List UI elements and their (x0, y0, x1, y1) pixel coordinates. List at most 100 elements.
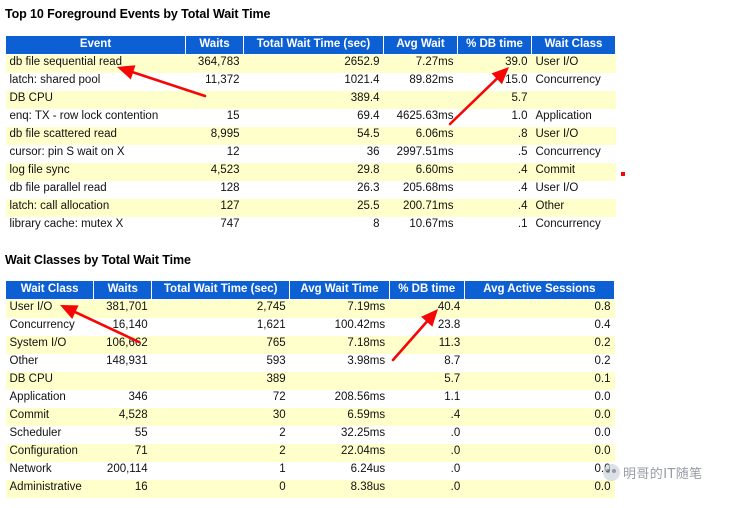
section-title-top-events: Top 10 Foreground Events by Total Wait T… (5, 7, 271, 21)
column-header-event[interactable]: Event (5, 35, 186, 55)
table-row: DB CPU 389.4 5.7 (5, 90, 616, 109)
cell-total_wait: 36 (243, 144, 384, 163)
cell-total_wait: 54.5 (243, 126, 384, 145)
column-header-wait-class[interactable]: Wait Class (4, 280, 95, 300)
cell-db_time: .0 (389, 479, 465, 498)
cell-total_wait: 1,621 (151, 317, 290, 336)
cell-event: db file scattered read (5, 126, 186, 145)
cell-avg_sessions: 0.0 (464, 461, 615, 480)
column-header-total-wait[interactable]: Total Wait Time (sec) (243, 35, 384, 55)
cell-db_time: .0 (389, 443, 465, 462)
column-header-total-wait[interactable]: Total Wait Time (sec) (151, 280, 291, 300)
cell-db_time: 40.4 (389, 299, 465, 318)
cell-avg_wait: 6.60ms (383, 162, 458, 181)
cell-wait_class: User I/O (531, 54, 616, 73)
cell-db_time: .8 (457, 126, 532, 145)
cell-total_wait: 26.3 (243, 180, 384, 199)
cell-wait_class: Concurrency (531, 216, 616, 235)
cell-wait_class: Application (5, 389, 94, 408)
cell-db_time: 11.3 (389, 335, 465, 354)
cell-waits: 106,662 (93, 335, 152, 354)
column-header-waits[interactable]: Waits (93, 280, 153, 300)
cell-db_time: 39.0 (457, 54, 532, 73)
cell-total_wait: 2,745 (151, 299, 290, 318)
cell-total_wait: 0 (151, 479, 290, 498)
column-header-avg-sessions[interactable]: Avg Active Sessions (463, 280, 616, 300)
cell-waits: 12 (185, 144, 244, 163)
cell-db_time: 23.8 (389, 317, 465, 336)
panda-avatar-icon (603, 464, 620, 481)
cell-db_time: .4 (457, 162, 532, 181)
cell-avg_wait: 10.67ms (383, 216, 458, 235)
cell-avg_sessions: 0.0 (464, 389, 615, 408)
cell-avg_sessions: 0.2 (464, 353, 615, 372)
cell-db_time: 5.7 (389, 371, 465, 390)
cell-avg_wait: 2997.51ms (383, 144, 458, 163)
column-header-db-time[interactable]: % DB time (457, 35, 532, 55)
cell-waits: 15 (185, 108, 244, 127)
cell-waits: 364,783 (185, 54, 244, 73)
cell-wait_class (531, 90, 616, 109)
cell-db_time: .0 (389, 425, 465, 444)
cell-avg_sessions: 0.2 (464, 335, 615, 354)
column-header-db-time[interactable]: % DB time (388, 280, 465, 300)
annotation-dot-marker (621, 172, 625, 176)
cell-total_wait: 2652.9 (243, 54, 384, 73)
cell-event: db file parallel read (5, 180, 186, 199)
column-header-waits[interactable]: Waits (185, 35, 244, 55)
cell-avg_wait: 200.71ms (383, 198, 458, 217)
table-row: Network200,11416.24us.00.0 (5, 461, 615, 480)
column-header-wait-class[interactable]: Wait Class (531, 35, 616, 55)
table-header-row: Wait Class Waits Total Wait Time (sec) A… (4, 280, 616, 300)
cell-wait_class: Concurrency (531, 72, 616, 91)
cell-wait_class: User I/O (5, 299, 94, 318)
cell-waits: 71 (93, 443, 152, 462)
cell-wait_class: Other (531, 198, 616, 217)
table-row: Configuration 71 2 22.04ms .0 0.0 (5, 443, 615, 462)
top-foreground-events-table: Event Waits Total Wait Time (sec) Avg Wa… (5, 35, 616, 235)
table-row: library cache: mutex X 747 8 10.67ms .1 Concu… (5, 216, 616, 235)
cell-waits: 4,528 (93, 407, 152, 426)
cell-wait_class: System I/O (5, 335, 94, 354)
cell-event: latch: shared pool (5, 72, 186, 91)
cell-wait_class: Network (5, 461, 94, 480)
cell-total_wait: 2 (151, 425, 290, 444)
cell-waits: 747 (185, 216, 244, 235)
cell-total_wait: 2 (151, 443, 290, 462)
cell-avg_sessions: 0.0 (464, 479, 615, 498)
table-row: Scheduler 55 2 32.25ms .0 0.0 (5, 425, 615, 444)
cell-db_time: 8.7 (389, 353, 465, 372)
cell-waits: 200,114 (93, 461, 152, 480)
cell-db_time: 5.7 (457, 90, 532, 109)
cell-avg_wait: 100.42ms (289, 317, 390, 336)
watermark-text: 明哥的IT随笔 (623, 467, 703, 482)
cell-wait_class: Other (5, 353, 94, 372)
cell-waits (93, 371, 152, 390)
cell-avg_wait: 89.82ms (383, 72, 458, 91)
cell-wait_class: Concurrency (5, 317, 94, 336)
cell-total_wait: 389.4 (243, 90, 384, 109)
cell-waits: 128 (185, 180, 244, 199)
table-row: Other 148,931 593 3.98ms 8.7 0.2 (5, 353, 615, 372)
cell-avg_wait: 3.98ms (289, 353, 390, 372)
table-row: log file sync 4,523 29.8 6.60ms .4 Commit (5, 162, 616, 181)
section-title-wait-classes: Wait Classes by Total Wait Time (5, 253, 191, 267)
cell-total_wait: 25.5 (243, 198, 384, 217)
cell-event: enq: TX - row lock contention (5, 108, 186, 127)
column-header-avg-wait-time[interactable]: Avg Wait Time (289, 280, 390, 300)
cell-total_wait: 72 (151, 389, 290, 408)
cell-total_wait: 8 (243, 216, 384, 235)
cell-event: log file sync (5, 162, 186, 181)
table-row: latch: shared pool 11,372 1021.4 89.82ms 15.… (5, 72, 616, 91)
column-header-avg-wait[interactable]: Avg Wait (383, 35, 458, 55)
cell-waits: 8,995 (185, 126, 244, 145)
table-row: Concurrency 16,140 1,621 100.42ms 23.8 0.4 (5, 317, 615, 336)
cell-waits: 148,931 (93, 353, 152, 372)
cell-avg_wait (383, 90, 458, 109)
cell-db_time: .1 (457, 216, 532, 235)
cell-avg_sessions: 0.1 (464, 371, 615, 390)
table-row: latch: call allocation 127 25.5 200.71ms .4 O… (5, 198, 616, 217)
cell-wait_class: Concurrency (531, 144, 616, 163)
cell-db_time: 1.1 (389, 389, 465, 408)
cell-avg_wait: 7.19ms (289, 299, 390, 318)
